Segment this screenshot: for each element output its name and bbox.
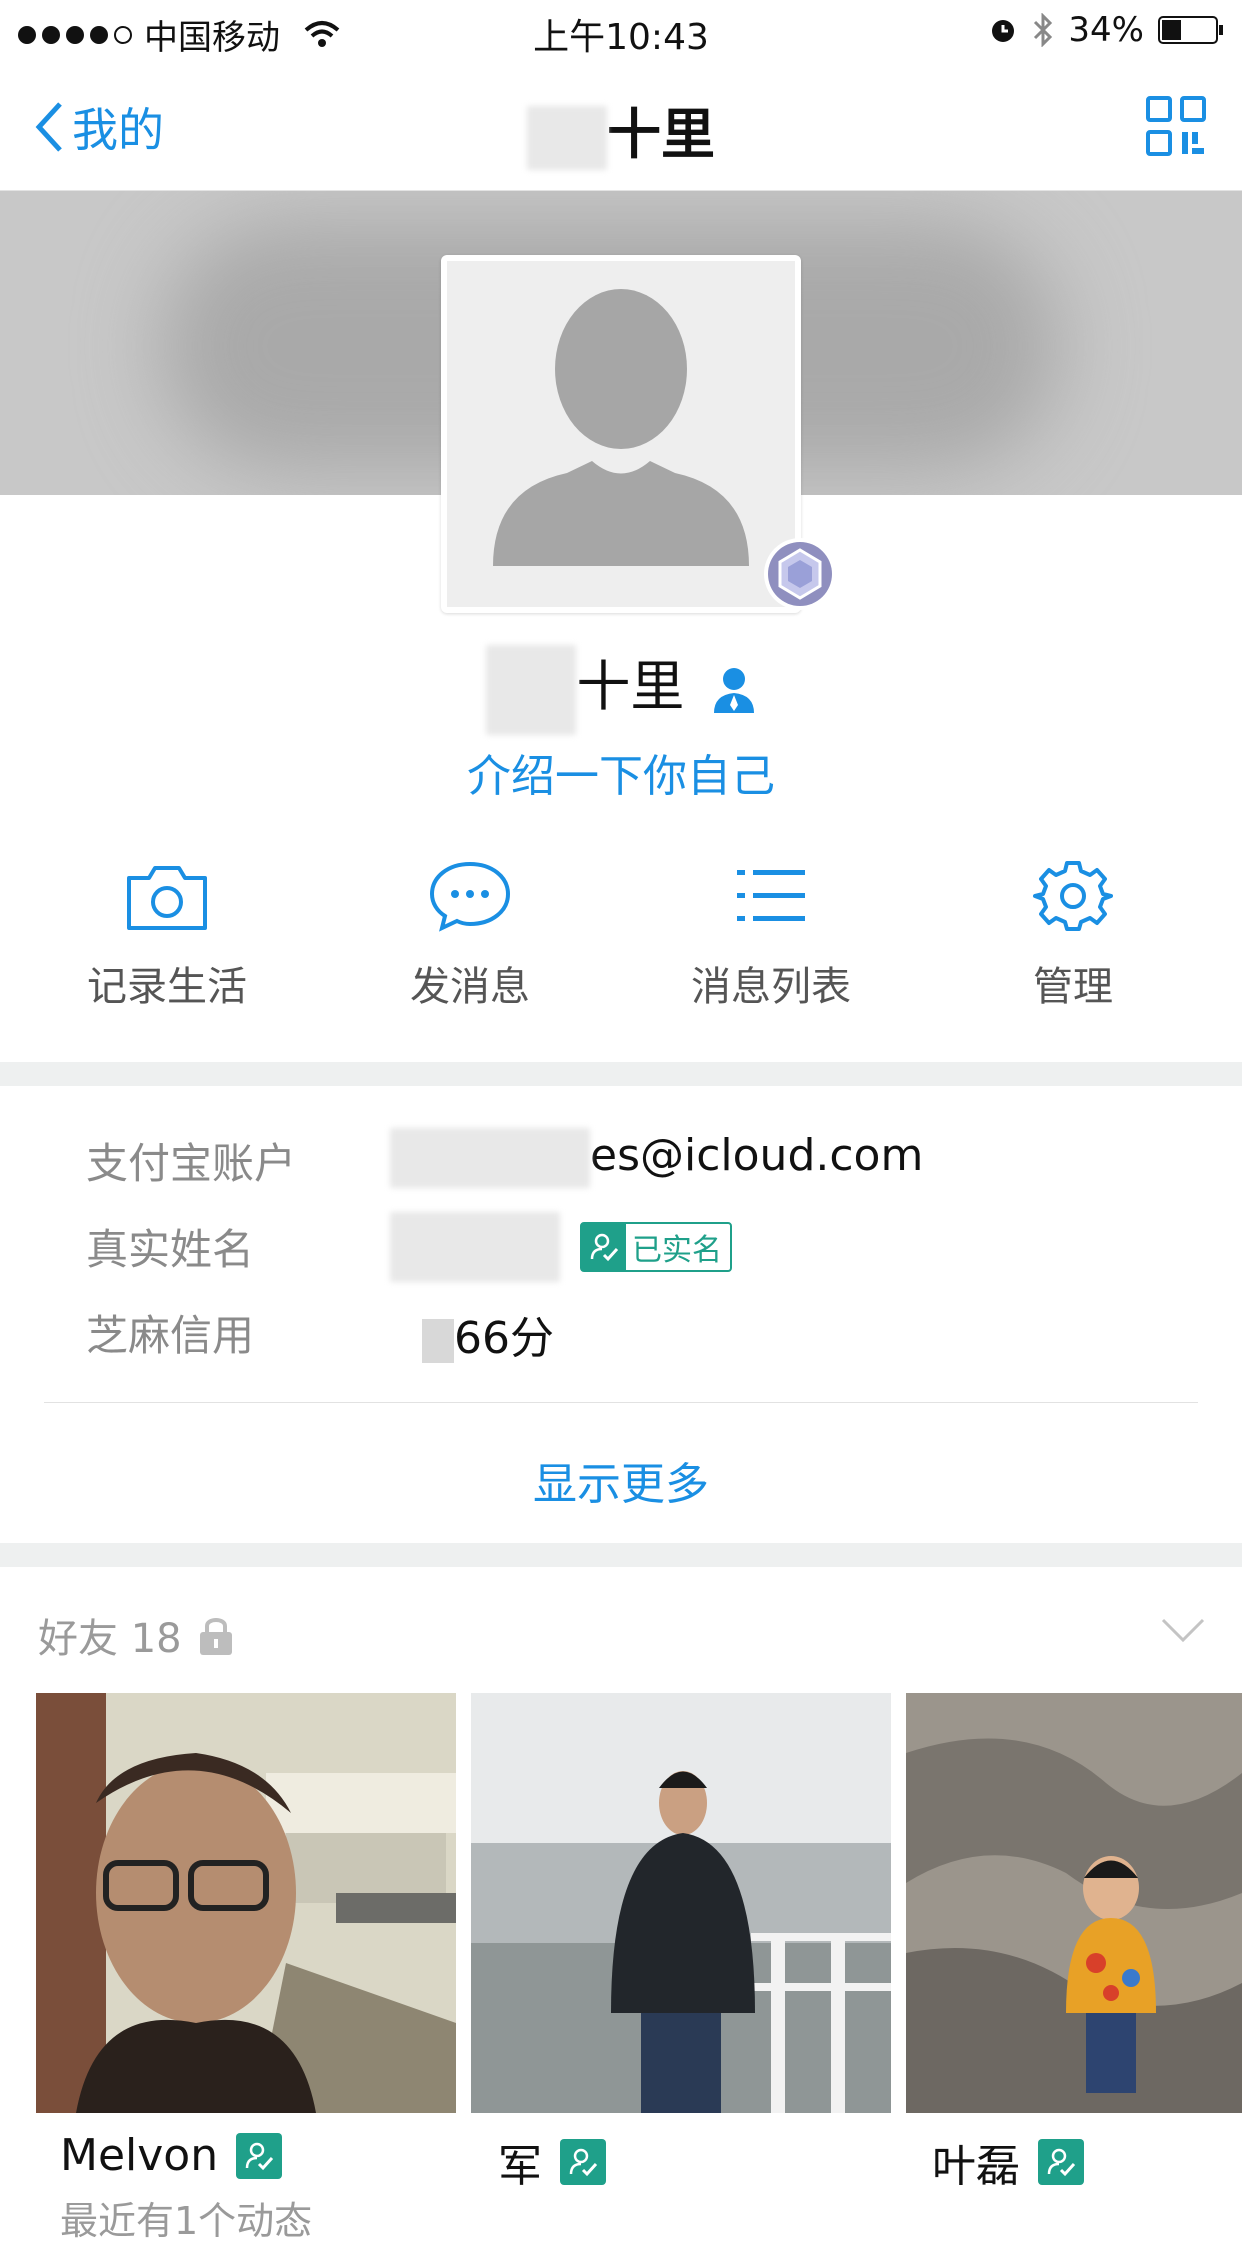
redacted-account-part: [390, 1128, 590, 1188]
alarm-icon: [992, 20, 1015, 42]
redacted-name-part: [527, 106, 607, 171]
friend-name: Melvon: [60, 2130, 219, 2181]
action-label: 发消息: [410, 964, 530, 1010]
realname-value: [390, 1212, 560, 1282]
show-more-link[interactable]: 显示更多: [0, 1448, 1242, 1512]
redacted-name-part: [486, 645, 577, 736]
redacted-credit-digit: [422, 1319, 454, 1363]
friend-photo-yelei[interactable]: [906, 1693, 1242, 2113]
section-separator: [0, 1062, 1242, 1086]
verified-badge-icon: [1038, 2139, 1084, 2185]
credit-value-text: 66分: [454, 1313, 554, 1364]
friend-name: 军: [498, 2141, 542, 2192]
qr-code-icon[interactable]: [1146, 96, 1206, 158]
nav-bar: 我的 十里: [0, 62, 1242, 191]
credit-value: 66分: [422, 1302, 554, 1366]
page-title-text: 十里: [607, 103, 715, 166]
battery-percent: 34%: [1068, 10, 1144, 50]
person-verified-icon: [713, 668, 754, 714]
battery-icon: [1158, 16, 1223, 44]
action-manage[interactable]: 管理: [923, 860, 1223, 1012]
redacted-realname: [390, 1212, 560, 1282]
friend-name: 叶磊: [932, 2141, 1020, 2192]
action-message-list[interactable]: 消息列表: [621, 860, 921, 1012]
friends-title: 好友 18: [38, 1616, 182, 1662]
friend-name-row: 军: [498, 2130, 606, 2194]
friends-header: 好友 18: [38, 1606, 234, 1664]
action-send-message[interactable]: 发消息: [320, 860, 620, 1012]
action-label: 记录生活: [87, 964, 247, 1010]
chevron-down-icon[interactable]: [1160, 1616, 1206, 1644]
gear-icon: [1033, 861, 1113, 931]
chat-bubble-icon: [429, 861, 511, 932]
bluetooth-icon: [1034, 13, 1053, 47]
camera-icon: [127, 866, 207, 930]
page-title: 十里: [0, 90, 1242, 171]
verified-person-icon: [582, 1224, 626, 1270]
status-bar: 中国移动 上午10:43 34%: [0, 0, 1242, 62]
action-label: 管理: [1033, 964, 1113, 1010]
realname-label: 真实姓名: [86, 1225, 255, 1274]
friend-photo-image: [906, 1693, 1242, 2113]
verified-badge-icon: [236, 2132, 283, 2179]
friend-name-row: 叶磊: [932, 2130, 1084, 2194]
friend-photo-image: [36, 1693, 456, 2113]
account-value: es@icloud.com: [390, 1128, 923, 1188]
verified-badge-icon: [560, 2139, 606, 2185]
friend-name-row: Melvon: [60, 2130, 283, 2181]
verified-text: 已实名: [632, 1233, 722, 1268]
profile-name-text: 十里: [576, 655, 685, 718]
friend-note: 最近有1个动态: [60, 2199, 313, 2243]
member-level-badge-icon[interactable]: [762, 536, 838, 612]
friend-photo-image: [471, 1693, 891, 2113]
avatar[interactable]: [441, 255, 801, 613]
verified-badge: 已实名: [580, 1222, 732, 1272]
friend-photo-jun[interactable]: [471, 1693, 891, 2113]
avatar-placeholder: [447, 261, 795, 607]
friend-photo-melvon[interactable]: [36, 1693, 456, 2113]
action-record-life[interactable]: 记录生活: [17, 860, 317, 1012]
list-icon: [737, 870, 805, 921]
account-label: 支付宝账户: [86, 1139, 297, 1188]
person-silhouette-icon: [493, 289, 749, 566]
profile-name: 十里: [0, 642, 1242, 736]
action-label: 消息列表: [691, 964, 851, 1010]
credit-label: 芝麻信用: [86, 1311, 255, 1360]
account-value-text: es@icloud.com: [590, 1130, 924, 1181]
divider: [44, 1402, 1198, 1403]
lock-icon: [199, 1618, 232, 1655]
section-separator: [0, 1543, 1242, 1567]
status-right: 34%: [988, 10, 1224, 50]
intro-link[interactable]: 介绍一下你自己: [0, 740, 1242, 804]
